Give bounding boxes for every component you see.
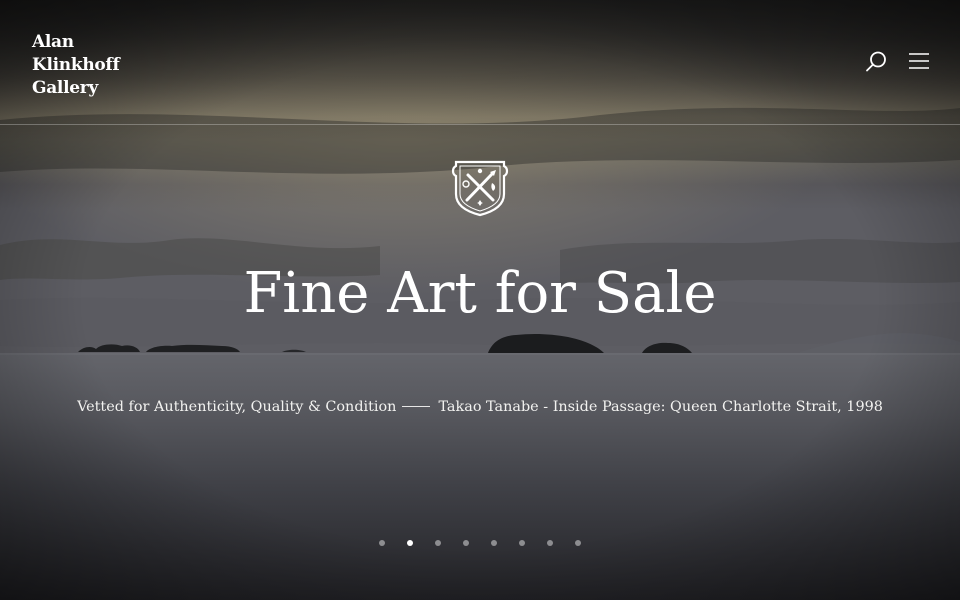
gallery-crest-icon: [450, 158, 510, 218]
carousel-dot[interactable]: [407, 540, 413, 546]
carousel-dot[interactable]: [435, 540, 441, 546]
gallery-logo[interactable]: Alan Klinkhoff Gallery: [32, 31, 120, 100]
caption-divider: [402, 405, 431, 407]
carousel-dot[interactable]: [519, 540, 525, 546]
menu-button[interactable]: [906, 50, 932, 72]
hero-title: Fine Art for Sale: [243, 261, 717, 326]
tagline: Vetted for Authenticity, Quality & Condi…: [77, 399, 397, 415]
search-button[interactable]: [863, 49, 889, 75]
logo-line-1: Alan: [32, 32, 74, 52]
site-header: Alan Klinkhoff Gallery: [0, 0, 960, 125]
search-icon: [866, 51, 886, 72]
carousel-dot[interactable]: [547, 540, 553, 546]
carousel-pagination: [0, 540, 960, 546]
hero-banner: Alan Klinkhoff Gallery Fine Art for Sale…: [0, 0, 960, 600]
carousel-dot[interactable]: [463, 540, 469, 546]
carousel-dot[interactable]: [575, 540, 581, 546]
logo-line-2: Klinkhoff: [32, 55, 120, 75]
hero-caption: Vetted for Authenticity, Quality & Condi…: [0, 396, 960, 418]
hamburger-menu-icon: [909, 53, 929, 69]
logo-line-3: Gallery: [32, 78, 98, 98]
carousel-dot[interactable]: [379, 540, 385, 546]
carousel-dot[interactable]: [491, 540, 497, 546]
artwork-credit-link[interactable]: Takao Tanabe - Inside Passage: Queen Cha…: [438, 399, 882, 415]
